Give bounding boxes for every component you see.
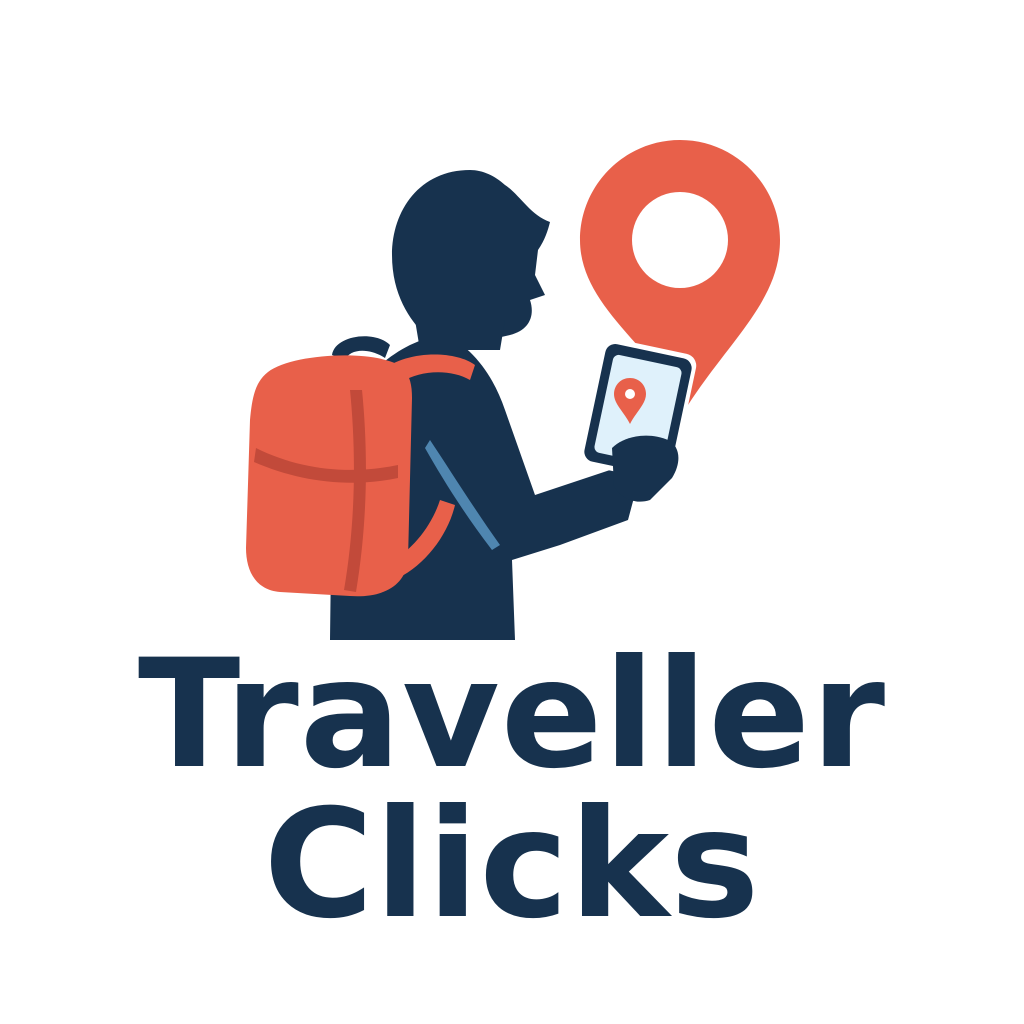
- brand-wordmark: Traveller Clicks: [0, 640, 1024, 940]
- hand: [612, 435, 679, 502]
- logo: Traveller Clicks: [0, 0, 1024, 1024]
- person-head: [392, 170, 550, 343]
- brand-name-line1: Traveller: [137, 628, 887, 802]
- brand-name-line2: Clicks: [263, 778, 761, 952]
- traveller-emblem: [246, 140, 780, 640]
